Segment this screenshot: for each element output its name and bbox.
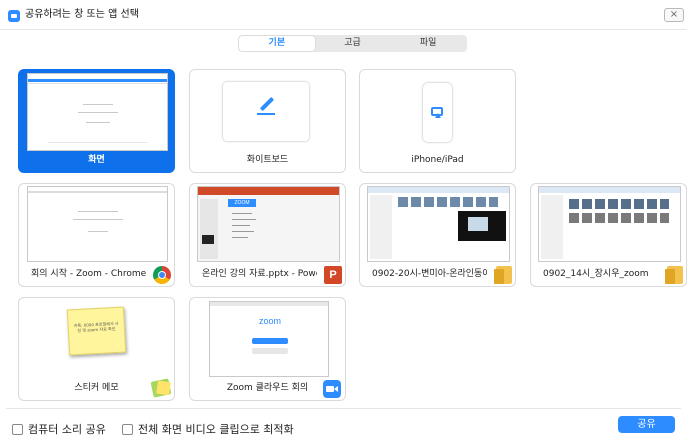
window-titlebar: 공유하려는 창 또는 앱 선택 × (0, 0, 687, 30)
optimize-video-option[interactable]: 전체 화면 비디오 클립으로 최적화 (122, 421, 294, 437)
folder-icon (665, 266, 683, 284)
share-tile-iphone-ipad[interactable]: iPhone/iPad (359, 69, 516, 173)
sticky-note-thumbnail: 카톡: 0000 프로필에서 사진 및 zoom 자료 확인 (66, 306, 127, 356)
tile-label: 온라인 강의 자료.pptx - PowerPo... (202, 269, 317, 279)
powerpoint-thumbnail: ZOOM (197, 186, 340, 262)
share-computer-sound-option[interactable]: 컴퓨터 소리 공유 (12, 421, 106, 437)
phone-icon (423, 83, 452, 142)
optimize-video-checkbox[interactable] (122, 423, 133, 435)
explorer-thumbnail (367, 186, 510, 262)
airplay-icon (431, 107, 443, 118)
explorer-thumbnail (538, 186, 681, 262)
optimize-video-label: 전체 화면 비디오 클립으로 최적화 (138, 423, 294, 436)
share-tile-sticky-notes[interactable]: 카톡: 0000 프로필에서 사진 및 zoom 자료 확인 스티커 메모 (18, 297, 175, 401)
zoom-camera-icon (323, 380, 341, 398)
tile-label: 0902_14시_장시우_zoom (543, 269, 649, 279)
tile-label: 0902-20시-변미아-온라인동아리... (372, 269, 487, 279)
chrome-icon (153, 266, 171, 284)
sticky-notes-icon (150, 378, 172, 398)
zoom-app-icon (8, 10, 20, 22)
tile-label: Zoom 클라우드 회의 (226, 383, 309, 393)
window-title: 공유하려는 창 또는 앱 선택 (25, 9, 139, 20)
folder-icon (494, 266, 512, 284)
bottom-bar: 컴퓨터 소리 공유 전체 화면 비디오 클립으로 최적화 공유 (0, 415, 687, 439)
screen-thumbnail (27, 73, 168, 151)
share-tabs: 기본 고급 파일 (238, 35, 467, 52)
share-sound-checkbox[interactable] (12, 423, 23, 435)
share-tile-powerpoint-window[interactable]: ZOOM 온라인 강의 자료.pptx - PowerPo... P (189, 183, 346, 287)
share-sound-label: 컴퓨터 소리 공유 (28, 423, 106, 436)
whiteboard-card (223, 82, 309, 141)
tile-label: 화면 (88, 155, 105, 165)
share-tile-zoom-meetings[interactable]: zoom Zoom 클라우드 회의 (189, 297, 346, 401)
share-tile-folder-window-2[interactable]: 0902_14시_장시우_zoom (530, 183, 687, 287)
share-tile-whiteboard[interactable]: 화이트보드 (189, 69, 346, 173)
share-tile-screen[interactable]: 화면 (18, 69, 175, 173)
share-button[interactable]: 공유 (618, 416, 675, 433)
tab-advanced[interactable]: 고급 (315, 36, 391, 51)
tile-label: 화이트보드 (246, 155, 289, 165)
share-tile-chrome-window[interactable]: 회의 시작 - Zoom - Chrome (18, 183, 175, 287)
zoom-window-thumbnail: zoom (209, 301, 329, 377)
close-button[interactable]: × (664, 8, 684, 22)
share-tile-folder-window-1[interactable]: 0902-20시-변미아-온라인동아리... (359, 183, 516, 287)
tile-label: iPhone/iPad (411, 155, 464, 165)
chrome-window-thumbnail (27, 186, 168, 262)
pen-icon (259, 96, 275, 112)
powerpoint-icon: P (324, 266, 342, 284)
tile-label: 회의 시작 - Zoom - Chrome (31, 269, 146, 279)
tab-files[interactable]: 파일 (390, 36, 466, 51)
tab-basic[interactable]: 기본 (239, 36, 315, 51)
